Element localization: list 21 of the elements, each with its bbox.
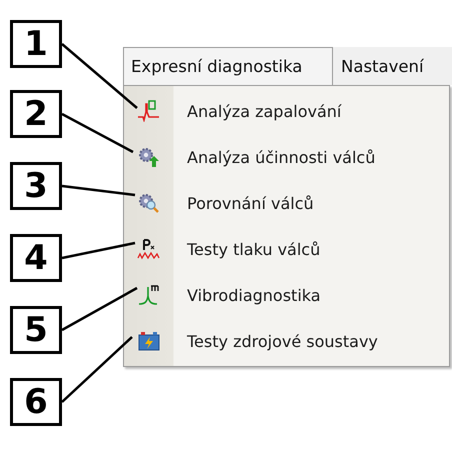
menu-item[interactable]: Vibrodiagnostika xyxy=(187,286,321,304)
menu-item[interactable]: Testy zdrojové soustavy xyxy=(187,332,378,350)
ignition-signal-icon xyxy=(137,100,161,122)
battery-icon xyxy=(137,330,161,352)
callout-number: 1 xyxy=(10,20,62,68)
callout-number: 3 xyxy=(10,162,62,210)
gear-magnifier-icon xyxy=(137,192,161,214)
menu-bar-item[interactable]: Nastavení xyxy=(333,47,432,85)
callout-number: 5 xyxy=(10,306,62,354)
callout-number: 2 xyxy=(10,90,62,138)
callout-number: 4 xyxy=(10,234,62,282)
menu-item[interactable]: Analýza účinnosti válců xyxy=(187,148,376,166)
leader-line xyxy=(61,336,133,403)
menu-item[interactable]: Analýza zapalování xyxy=(187,102,342,120)
callout-number: 6 xyxy=(10,378,62,426)
pressure-wave-icon xyxy=(137,238,161,260)
menu-bar-item[interactable]: Expresní diagnostika xyxy=(123,47,333,85)
gear-arrow-icon xyxy=(137,146,161,168)
menu-item[interactable]: Testy tlaku válců xyxy=(187,240,320,258)
vibration-peak-icon xyxy=(137,284,161,306)
menu-item[interactable]: Porovnání válců xyxy=(187,194,314,212)
